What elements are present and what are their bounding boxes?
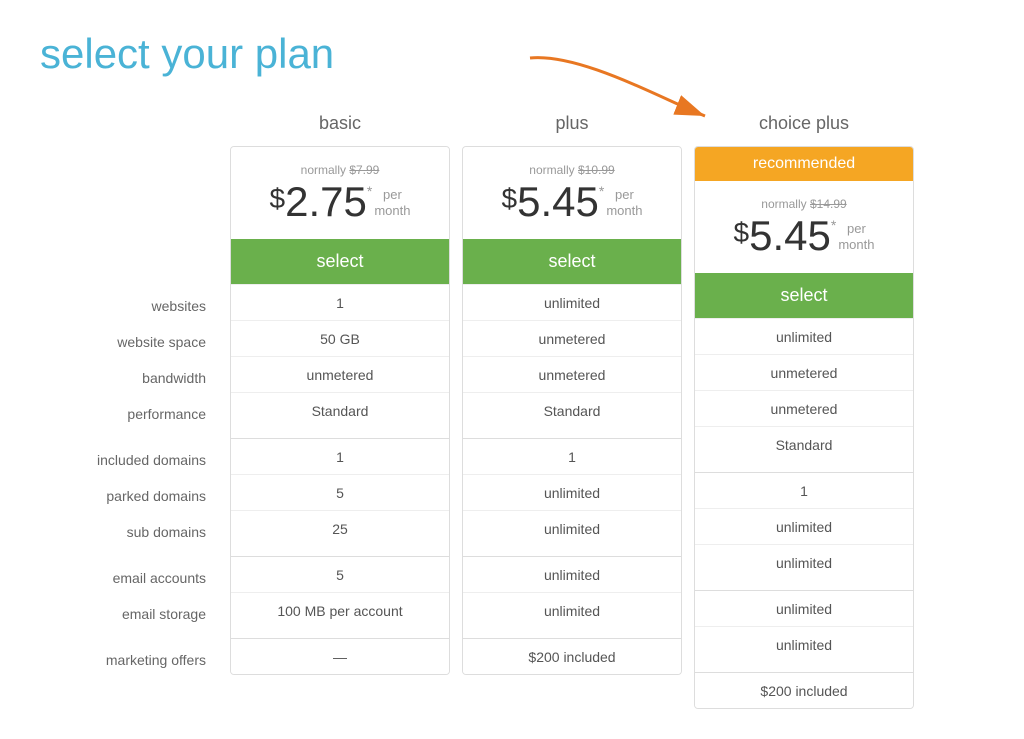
page-title: select your plan [40, 30, 984, 78]
plan-card-basic: normally $7.99 $ 2.75 * permonth select1… [230, 146, 450, 675]
price-row-plus: $ 5.45 * permonth [475, 181, 669, 223]
plan-cell-basic-bandwidth: unmetered [231, 356, 449, 392]
plan-header-choice_plus: normally $14.99 $ 5.45 * permonth [695, 181, 913, 273]
price-amount-choice_plus: 5.45 [749, 215, 831, 257]
plan-cell-plus-email_storage: unlimited [463, 592, 681, 628]
feature-label-bandwidth: bandwidth [40, 360, 220, 396]
plan-cell-basic-parked_domains: 5 [231, 474, 449, 510]
price-per-plus: permonth [606, 187, 642, 218]
plan-card-choice_plus: recommendednormally $14.99 $ 5.45 * perm… [694, 146, 914, 709]
price-row-choice_plus: $ 5.45 * permonth [707, 215, 901, 257]
select-button-choice_plus[interactable]: select [695, 273, 913, 318]
plan-header-plus: normally $10.99 $ 5.45 * permonth [463, 147, 681, 239]
normally-text-basic: normally $7.99 [243, 163, 437, 177]
plan-cell-choice_plus-sub_domains: unlimited [695, 544, 913, 580]
plan-cell-basic-email_accounts: 5 [231, 556, 449, 592]
price-dollar-basic: $ [270, 185, 286, 213]
plan-cell-basic-websites: 1 [231, 284, 449, 320]
price-asterisk-basic: * [367, 183, 372, 199]
feature-label-performance: performance [40, 396, 220, 432]
plan-cell-choice_plus-websites: unlimited [695, 318, 913, 354]
feature-label-email_accounts: email accounts [40, 560, 220, 596]
feature-labels-column: websiteswebsite spacebandwidthperformanc… [40, 108, 230, 678]
plan-cell-choice_plus-email_accounts: unlimited [695, 590, 913, 626]
plan-cell-basic-included_domains: 1 [231, 438, 449, 474]
plan-name-plus: plus [462, 108, 682, 138]
recommended-badge: recommended [695, 147, 913, 181]
plan-cell-plus-performance: Standard [463, 392, 681, 428]
feature-label-websites: websites [40, 288, 220, 324]
plan-cell-basic-marketing_offers: — [231, 638, 449, 674]
plan-cell-basic-website_space: 50 GB [231, 320, 449, 356]
feature-label-email_storage: email storage [40, 596, 220, 632]
price-row-basic: $ 2.75 * permonth [243, 181, 437, 223]
plan-cell-choice_plus-bandwidth: unmetered [695, 390, 913, 426]
plan-card-plus: normally $10.99 $ 5.45 * permonth select… [462, 146, 682, 675]
plan-cell-choice_plus-marketing_offers: $200 included [695, 672, 913, 708]
plan-features-choice_plus: unlimitedunmeteredunmeteredStandard1unli… [695, 318, 913, 708]
normally-text-plus: normally $10.99 [475, 163, 669, 177]
plan-column-plus: plus normally $10.99 $ 5.45 * permonth se… [462, 108, 682, 709]
price-asterisk-plus: * [599, 183, 604, 199]
plan-cell-plus-email_accounts: unlimited [463, 556, 681, 592]
plan-cell-basic-email_storage: 100 MB per account [231, 592, 449, 628]
price-dollar-plus: $ [502, 185, 518, 213]
plan-cell-choice_plus-performance: Standard [695, 426, 913, 462]
plan-features-basic: 150 GBunmeteredStandard15255100 MB per a… [231, 284, 449, 674]
plan-cell-plus-bandwidth: unmetered [463, 356, 681, 392]
plan-cell-plus-sub_domains: unlimited [463, 510, 681, 546]
price-per-choice_plus: permonth [838, 221, 874, 252]
plan-column-choice_plus: choice plusrecommendednormally $14.99 $ … [694, 108, 914, 709]
plan-header-basic: normally $7.99 $ 2.75 * permonth [231, 147, 449, 239]
plan-cell-plus-marketing_offers: $200 included [463, 638, 681, 674]
plan-name-basic: basic [230, 108, 450, 138]
plan-cell-basic-performance: Standard [231, 392, 449, 428]
price-asterisk-choice_plus: * [831, 217, 836, 233]
feature-label-parked_domains: parked domains [40, 478, 220, 514]
price-amount-basic: 2.75 [285, 181, 367, 223]
feature-label-website_space: website space [40, 324, 220, 360]
plan-column-basic: basic normally $7.99 $ 2.75 * permonth se… [230, 108, 450, 709]
feature-label-marketing_offers: marketing offers [40, 642, 220, 678]
plan-cell-choice_plus-website_space: unmetered [695, 354, 913, 390]
plan-cell-plus-included_domains: 1 [463, 438, 681, 474]
plan-name-choice_plus: choice plus [694, 108, 914, 138]
select-button-basic[interactable]: select [231, 239, 449, 284]
plan-cell-plus-website_space: unmetered [463, 320, 681, 356]
plans-wrapper: basic normally $7.99 $ 2.75 * permonth se… [230, 108, 914, 709]
price-dollar-choice_plus: $ [734, 219, 750, 247]
pricing-area: websiteswebsite spacebandwidthperformanc… [40, 108, 984, 709]
plan-cell-choice_plus-email_storage: unlimited [695, 626, 913, 662]
plan-features-plus: unlimitedunmeteredunmeteredStandard1unli… [463, 284, 681, 674]
plan-cell-choice_plus-parked_domains: unlimited [695, 508, 913, 544]
plan-cell-plus-parked_domains: unlimited [463, 474, 681, 510]
feature-label-included_domains: included domains [40, 442, 220, 478]
plan-cell-plus-websites: unlimited [463, 284, 681, 320]
select-button-plus[interactable]: select [463, 239, 681, 284]
normally-text-choice_plus: normally $14.99 [707, 197, 901, 211]
plan-cell-choice_plus-included_domains: 1 [695, 472, 913, 508]
plan-cell-basic-sub_domains: 25 [231, 510, 449, 546]
price-per-basic: permonth [374, 187, 410, 218]
feature-label-sub_domains: sub domains [40, 514, 220, 550]
price-amount-plus: 5.45 [517, 181, 599, 223]
